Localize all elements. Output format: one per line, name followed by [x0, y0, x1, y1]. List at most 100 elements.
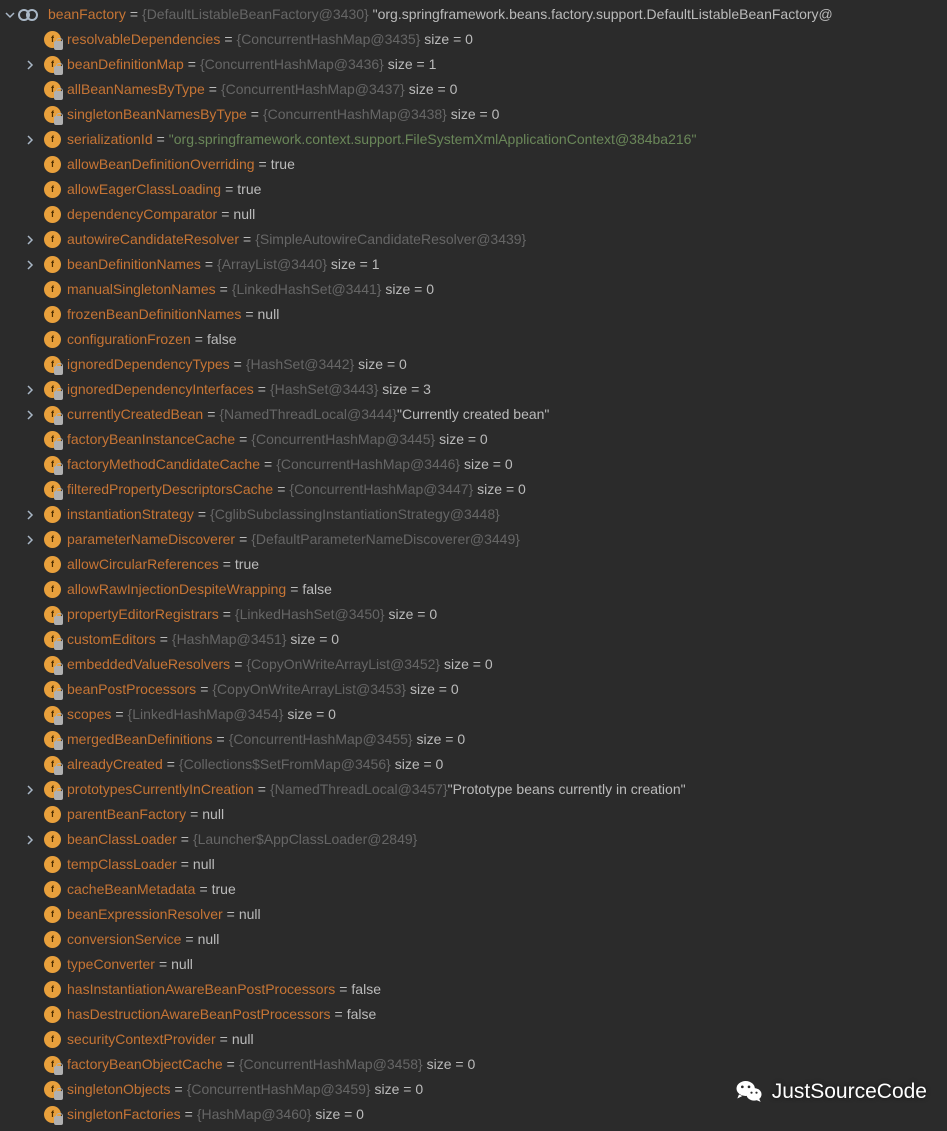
tree-row[interactable]: fhasDestructionAwareBeanPostProcessors =…	[0, 1002, 947, 1027]
tree-row[interactable]: fbeanDefinitionNames = {ArrayList@3440} …	[0, 252, 947, 277]
collection-size: size = 0	[464, 452, 513, 477]
field-name: scopes	[67, 702, 111, 727]
chevron-right-icon[interactable]	[22, 257, 38, 273]
tree-row[interactable]: fparentBeanFactory = null	[0, 802, 947, 827]
tree-row[interactable]: fpropertyEditorRegistrars = {LinkedHashS…	[0, 602, 947, 627]
field-name: embeddedValueResolvers	[67, 652, 230, 677]
chevron-right-icon[interactable]	[22, 57, 38, 73]
tree-row[interactable]: ffrozenBeanDefinitionNames = null	[0, 302, 947, 327]
chevron-right-icon[interactable]	[22, 782, 38, 798]
tree-row[interactable]: fscopes = {LinkedHashMap@3454} size = 0	[0, 702, 947, 727]
object-reference: {HashSet@3443}	[270, 377, 378, 402]
tree-row[interactable]: fdependencyComparator = null	[0, 202, 947, 227]
tree-row[interactable]: fautowireCandidateResolver = {SimpleAuto…	[0, 227, 947, 252]
field-icon: f	[44, 231, 61, 248]
arrow-placeholder	[22, 957, 38, 973]
tree-row[interactable]: fbeanClassLoader = {Launcher$AppClassLoa…	[0, 827, 947, 852]
chevron-down-icon[interactable]	[2, 7, 18, 23]
collection-size: size = 0	[477, 477, 526, 502]
lock-icon	[54, 466, 63, 475]
tree-row[interactable]: fbeanDefinitionMap = {ConcurrentHashMap@…	[0, 52, 947, 77]
tree-row[interactable]: ffilteredPropertyDescriptorsCache = {Con…	[0, 477, 947, 502]
collection-size: size = 0	[410, 677, 459, 702]
tree-row[interactable]: fcustomEditors = {HashMap@3451} size = 0	[0, 627, 947, 652]
tree-row[interactable]: fmanualSingletonNames = {LinkedHashSet@3…	[0, 277, 947, 302]
tree-row[interactable]: fallowCircularReferences = true	[0, 552, 947, 577]
tree-row[interactable]: fparameterNameDiscoverer = {DefaultParam…	[0, 527, 947, 552]
chevron-right-icon[interactable]	[22, 532, 38, 548]
field-name: propertyEditorRegistrars	[67, 602, 219, 627]
tree-row[interactable]: fsingletonBeanNamesByType = {ConcurrentH…	[0, 102, 947, 127]
tree-row[interactable]: fallowRawInjectionDespiteWrapping = fals…	[0, 577, 947, 602]
tree-row[interactable]: fembeddedValueResolvers = {CopyOnWriteAr…	[0, 652, 947, 677]
tree-row[interactable]: fprototypesCurrentlyInCreation = {NamedT…	[0, 777, 947, 802]
field-name: allBeanNamesByType	[67, 77, 205, 102]
tree-row[interactable]: fconversionService = null	[0, 927, 947, 952]
tree-row[interactable]: fcurrentlyCreatedBean = {NamedThreadLoca…	[0, 402, 947, 427]
field-name: allowRawInjectionDespiteWrapping	[67, 577, 286, 602]
object-reference: {Launcher$AppClassLoader@2849}	[193, 827, 417, 852]
tree-row[interactable]: ffactoryMethodCandidateCache = {Concurre…	[0, 452, 947, 477]
tree-row[interactable]: fbeanPostProcessors = {CopyOnWriteArrayL…	[0, 677, 947, 702]
field-final-icon: f	[44, 731, 61, 748]
primitive-value: false	[207, 327, 237, 352]
field-icon: f	[44, 156, 61, 173]
lock-icon	[54, 616, 63, 625]
arrow-placeholder	[22, 482, 38, 498]
lock-icon	[54, 641, 63, 650]
tree-row[interactable]: fmergedBeanDefinitions = {ConcurrentHash…	[0, 727, 947, 752]
tree-row[interactable]: fallowBeanDefinitionOverriding = true	[0, 152, 947, 177]
field-final-icon: f	[44, 781, 61, 798]
field-final-icon: f	[44, 706, 61, 723]
chevron-right-icon[interactable]	[22, 132, 38, 148]
chevron-right-icon[interactable]	[22, 407, 38, 423]
tree-row[interactable]: fbeanExpressionResolver = null	[0, 902, 947, 927]
object-reference: {ConcurrentHashMap@3459}	[187, 1077, 371, 1102]
field-name: serializationId	[67, 127, 153, 152]
field-final-icon: f	[44, 356, 61, 373]
tree-row[interactable]: falreadyCreated = {Collections$SetFromMa…	[0, 752, 947, 777]
tree-row[interactable]: fallBeanNamesByType = {ConcurrentHashMap…	[0, 77, 947, 102]
field-icon: f	[44, 881, 61, 898]
chevron-right-icon[interactable]	[22, 507, 38, 523]
chevron-right-icon[interactable]	[22, 832, 38, 848]
object-tostring: "Currently created bean"	[397, 402, 549, 427]
tree-row[interactable]: fconfigurationFrozen = false	[0, 327, 947, 352]
field-name: securityContextProvider	[67, 1027, 216, 1052]
tree-row[interactable]: fresolvableDependencies = {ConcurrentHas…	[0, 27, 947, 52]
tree-row[interactable]: ffactoryBeanObjectCache = {ConcurrentHas…	[0, 1052, 947, 1077]
debug-variable-tree[interactable]: beanFactory = {DefaultListableBeanFactor…	[0, 0, 947, 1127]
tree-row[interactable]: fhasInstantiationAwareBeanPostProcessors…	[0, 977, 947, 1002]
primitive-value: true	[212, 877, 236, 902]
tree-row[interactable]: ffactoryBeanInstanceCache = {ConcurrentH…	[0, 427, 947, 452]
field-name: beanClassLoader	[67, 827, 177, 852]
tree-row[interactable]: fallowEagerClassLoading = true	[0, 177, 947, 202]
primitive-value: null	[202, 802, 224, 827]
lock-icon	[54, 1066, 63, 1075]
chevron-right-icon[interactable]	[22, 382, 38, 398]
lock-icon	[54, 441, 63, 450]
tree-row-root[interactable]: beanFactory = {DefaultListableBeanFactor…	[0, 2, 947, 27]
collection-size: size = 0	[315, 1102, 364, 1127]
field-final-icon: f	[44, 106, 61, 123]
field-name: beanDefinitionNames	[67, 252, 201, 277]
field-name: factoryMethodCandidateCache	[67, 452, 260, 477]
collection-size: size = 1	[388, 52, 437, 77]
lock-icon	[54, 416, 63, 425]
chevron-right-icon[interactable]	[22, 232, 38, 248]
tree-row[interactable]: fignoredDependencyInterfaces = {HashSet@…	[0, 377, 947, 402]
tree-row[interactable]: ftempClassLoader = null	[0, 852, 947, 877]
arrow-placeholder	[22, 207, 38, 223]
tree-row[interactable]: fignoredDependencyTypes = {HashSet@3442}…	[0, 352, 947, 377]
field-name: allowBeanDefinitionOverriding	[67, 152, 255, 177]
tree-row[interactable]: ftypeConverter = null	[0, 952, 947, 977]
field-name: instantiationStrategy	[67, 502, 194, 527]
collection-size: size = 0	[424, 27, 473, 52]
tree-row[interactable]: fcacheBeanMetadata = true	[0, 877, 947, 902]
tree-row[interactable]: fserializationId = "org.springframework.…	[0, 127, 947, 152]
tree-row[interactable]: fsecurityContextProvider = null	[0, 1027, 947, 1052]
field-name: singletonFactories	[67, 1102, 181, 1127]
lock-icon	[54, 116, 63, 125]
arrow-placeholder	[22, 1107, 38, 1123]
tree-row[interactable]: finstantiationStrategy = {CglibSubclassi…	[0, 502, 947, 527]
